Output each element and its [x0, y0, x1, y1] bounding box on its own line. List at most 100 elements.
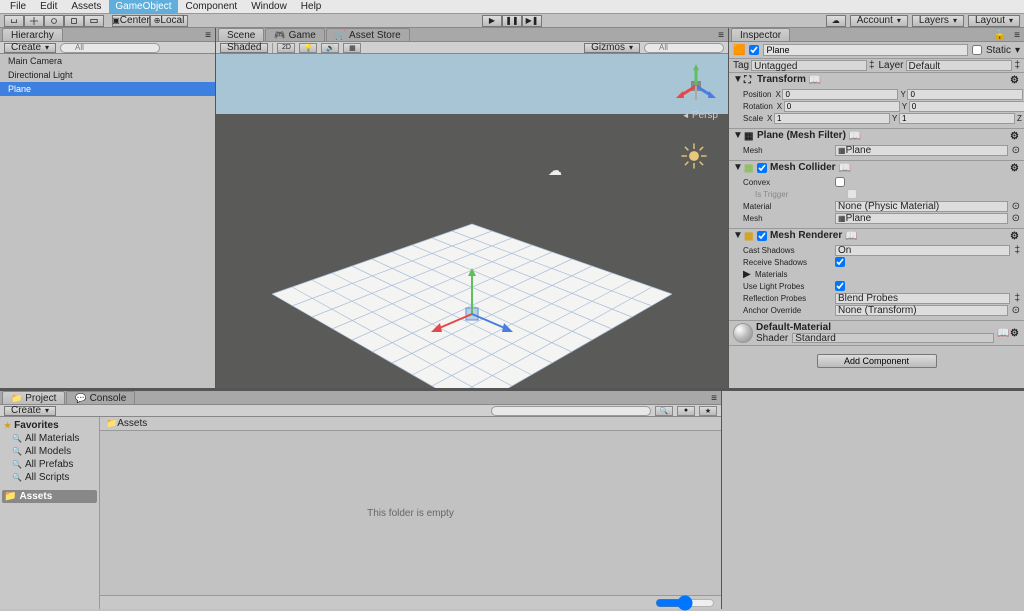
scene-audio-toggle[interactable]: 🔊: [321, 43, 339, 53]
anchor-override-field[interactable]: None (Transform): [835, 305, 1008, 316]
panel-menu-icon[interactable]: ≡: [707, 393, 721, 404]
hierarchy-create-dropdown[interactable]: Create ▾: [4, 43, 56, 53]
project-content-area[interactable]: This folder is empty: [100, 431, 721, 595]
favorite-all-scripts[interactable]: 🔍All Scripts: [2, 471, 97, 484]
gameobject-name-input[interactable]: [763, 44, 968, 56]
mesh-collider-enable-checkbox[interactable]: [757, 163, 767, 173]
help-icon[interactable]: 📖: [809, 75, 819, 85]
panel-menu-icon[interactable]: ≡: [1010, 30, 1024, 41]
handle-mode-button[interactable]: ⊕ Local: [150, 15, 188, 27]
menu-gameobject[interactable]: GameObject: [109, 0, 177, 13]
orientation-gizmo[interactable]: [674, 64, 718, 108]
position-x-input[interactable]: [782, 89, 898, 100]
search-filter-button[interactable]: 🔍: [655, 406, 673, 416]
gear-icon[interactable]: ⚙: [1010, 163, 1020, 173]
tab-hierarchy[interactable]: Hierarchy: [2, 28, 63, 41]
hierarchy-item-main-camera[interactable]: Main Camera: [0, 54, 215, 68]
scene-2d-toggle[interactable]: 2D: [277, 43, 295, 53]
favorite-all-materials[interactable]: 🔍All Materials: [2, 432, 97, 445]
shader-dropdown[interactable]: Standard: [792, 333, 994, 343]
tab-game[interactable]: 🎮 Game: [265, 28, 324, 41]
light-gizmo-icon[interactable]: [680, 142, 708, 170]
panel-menu-icon[interactable]: ≡: [714, 30, 728, 41]
gizmos-dropdown[interactable]: Gizmos ▾: [584, 43, 640, 53]
gear-icon[interactable]: ⚙: [1010, 131, 1020, 141]
scale-y-input[interactable]: [899, 113, 1015, 124]
help-icon[interactable]: 📖: [845, 231, 855, 241]
foldout-icon[interactable]: ▼: [733, 230, 741, 241]
tab-project[interactable]: 📁 Project: [2, 391, 65, 404]
inspector-lock-icon[interactable]: 🔒: [991, 30, 1009, 41]
hierarchy-item-plane[interactable]: Plane: [0, 82, 215, 96]
foldout-icon[interactable]: ▶: [743, 269, 751, 280]
collider-mesh-field[interactable]: ▦ Plane: [835, 213, 1008, 224]
hierarchy-item-directional-light[interactable]: Directional Light: [0, 68, 215, 82]
rotation-x-input[interactable]: [784, 101, 900, 112]
rect-tool-button[interactable]: [84, 15, 104, 27]
help-icon[interactable]: 📖: [839, 163, 849, 173]
foldout-icon[interactable]: ▼: [733, 74, 741, 85]
layers-dropdown[interactable]: Layers ▾: [912, 15, 964, 27]
scene-search-input[interactable]: [644, 43, 724, 53]
move-tool-button[interactable]: [24, 15, 44, 27]
rotate-tool-button[interactable]: [44, 15, 64, 27]
project-search-input[interactable]: [491, 406, 651, 416]
position-y-input[interactable]: [907, 89, 1023, 100]
hand-tool-button[interactable]: [4, 15, 24, 27]
tab-console[interactable]: 💬 Console: [66, 391, 135, 404]
plane-object[interactable]: [252, 214, 692, 388]
gear-icon[interactable]: ⚙: [1010, 231, 1020, 241]
gear-icon[interactable]: ⚙: [1010, 328, 1020, 338]
cloud-button[interactable]: ☁: [826, 15, 846, 27]
cast-shadows-dropdown[interactable]: On: [835, 245, 1010, 256]
physic-material-field[interactable]: None (Physic Material): [835, 201, 1008, 212]
mesh-renderer-enable-checkbox[interactable]: [757, 231, 767, 241]
menu-edit[interactable]: Edit: [34, 0, 63, 13]
search-type-button[interactable]: ●: [677, 406, 695, 416]
object-picker-icon[interactable]: ⊙: [1012, 145, 1020, 156]
favorite-all-prefabs[interactable]: 🔍All Prefabs: [2, 458, 97, 471]
search-save-button[interactable]: ★: [699, 406, 717, 416]
menu-assets[interactable]: Assets: [65, 0, 107, 13]
help-icon[interactable]: 📖: [997, 328, 1007, 338]
use-light-probes-checkbox[interactable]: [835, 281, 845, 291]
layer-dropdown[interactable]: Default: [906, 60, 1013, 71]
draw-mode-dropdown[interactable]: Shaded: [220, 43, 268, 53]
pause-button[interactable]: ❚❚: [502, 15, 522, 27]
tab-inspector[interactable]: Inspector: [731, 28, 790, 41]
panel-menu-icon[interactable]: ≡: [201, 30, 215, 41]
object-picker-icon[interactable]: ⊙: [1012, 213, 1020, 224]
gear-icon[interactable]: ⚙: [1010, 75, 1020, 85]
object-picker-icon[interactable]: ⊙: [1012, 305, 1020, 316]
foldout-icon[interactable]: ▼: [733, 162, 741, 173]
pivot-mode-button[interactable]: ▣ Center: [112, 15, 150, 27]
receive-shadows-checkbox[interactable]: [835, 257, 845, 267]
help-icon[interactable]: 📖: [849, 131, 859, 141]
gameobject-active-checkbox[interactable]: [749, 45, 759, 55]
projection-label[interactable]: ◄ Persp: [682, 110, 718, 121]
convex-checkbox[interactable]: [835, 177, 845, 187]
menu-component[interactable]: Component: [180, 0, 244, 13]
reflection-probes-dropdown[interactable]: Blend Probes: [835, 293, 1010, 304]
rotation-y-input[interactable]: [909, 101, 1024, 112]
scale-x-input[interactable]: [774, 113, 890, 124]
scale-tool-button[interactable]: [64, 15, 84, 27]
tab-asset-store[interactable]: 🛒 Asset Store: [326, 28, 410, 41]
project-breadcrumb[interactable]: 📁 Assets: [100, 417, 721, 431]
favorite-all-models[interactable]: 🔍All Models: [2, 445, 97, 458]
menu-window[interactable]: Window: [245, 0, 293, 13]
hierarchy-search-input[interactable]: [60, 43, 160, 53]
foldout-icon[interactable]: ▼: [733, 130, 741, 141]
play-button[interactable]: ▶: [482, 15, 502, 27]
scene-lighting-toggle[interactable]: 💡: [299, 43, 317, 53]
scene-fx-toggle[interactable]: ▦: [343, 43, 361, 53]
tag-dropdown[interactable]: Untagged: [751, 60, 867, 71]
menu-help[interactable]: Help: [295, 0, 328, 13]
account-dropdown[interactable]: Account ▾: [850, 15, 908, 27]
thumbnail-size-slider[interactable]: [655, 598, 715, 608]
menu-file[interactable]: File: [4, 0, 32, 13]
layout-dropdown[interactable]: Layout ▾: [968, 15, 1020, 27]
static-checkbox[interactable]: [972, 45, 982, 55]
project-create-dropdown[interactable]: Create ▾: [4, 406, 56, 416]
step-button[interactable]: ▶❚: [522, 15, 542, 27]
